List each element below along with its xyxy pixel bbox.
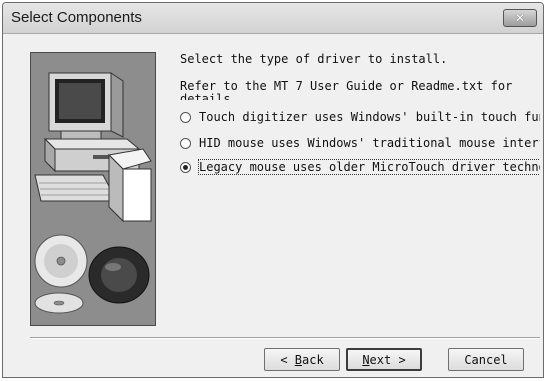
close-button[interactable]: ✕ xyxy=(503,9,537,27)
option-legacy-mouse[interactable]: Legacy mouse uses older MicroTouch drive… xyxy=(180,159,540,175)
instruction-heading: Select the type of driver to install. xyxy=(180,52,448,66)
option-label: HID mouse uses Windows' traditional mous… xyxy=(199,136,540,150)
option-label: Legacy mouse uses older MicroTouch drive… xyxy=(198,159,540,175)
back-accel: B xyxy=(294,352,302,367)
next-accel: N xyxy=(362,352,370,367)
back-prefix: < xyxy=(280,352,295,367)
option-label: Touch digitizer uses Windows' built-in t… xyxy=(199,110,540,124)
option-hid-mouse[interactable]: HID mouse uses Windows' traditional mous… xyxy=(180,135,540,151)
cancel-button[interactable]: Cancel xyxy=(448,348,524,371)
side-illustration xyxy=(30,52,156,326)
close-icon: ✕ xyxy=(514,11,526,25)
next-rest: ext > xyxy=(369,352,406,367)
refer-text: Refer to the MT 7 User Guide or Readme.t… xyxy=(180,80,513,100)
option-touch-digitizer[interactable]: Touch digitizer uses Windows' built-in t… xyxy=(180,109,540,125)
radio-hid-mouse[interactable] xyxy=(180,137,191,149)
window-title: Select Components xyxy=(11,9,142,26)
radio-touch-digitizer[interactable] xyxy=(180,111,191,123)
radio-legacy-mouse[interactable] xyxy=(180,161,191,173)
back-rest: ack xyxy=(302,352,324,367)
back-button[interactable]: < Back xyxy=(264,348,340,371)
footer-separator xyxy=(30,337,540,339)
next-button[interactable]: Next > xyxy=(346,348,422,371)
computer-and-discs-illustration xyxy=(34,72,152,314)
title-bar[interactable]: Select Components ✕ xyxy=(3,3,543,34)
cancel-label: Cancel xyxy=(464,352,508,367)
